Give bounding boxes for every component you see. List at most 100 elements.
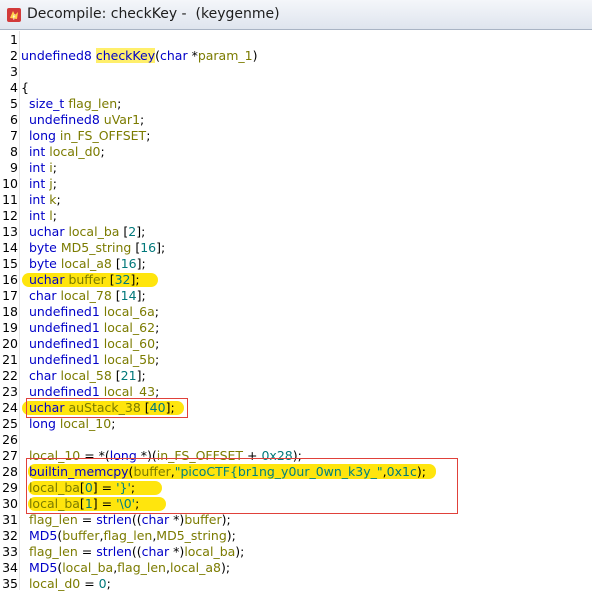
code-token[interactable]: MD5_string [156,528,227,543]
code-token[interactable]: ; [155,320,159,335]
code-token[interactable]: ]; [137,288,146,303]
code-token[interactable]: param_1 [198,48,253,63]
code-token[interactable]: ) [253,48,258,63]
code-line[interactable]: 3 [0,64,592,80]
code-token[interactable]: char [21,368,61,383]
code-line[interactable]: 19 undefined1 local_62; [0,320,592,336]
code-line[interactable]: 26 [0,432,592,448]
code-token[interactable]: 14 [121,288,137,303]
code-token[interactable]: uchar [21,272,68,287]
code-token[interactable]: local_78 [61,288,112,303]
code-token[interactable]: ); [221,560,230,575]
code-token[interactable]: ); [235,544,244,559]
code-line[interactable]: 5 size_t flag_len; [0,96,592,112]
code-token[interactable]: local_a8 [170,560,221,575]
code-token[interactable]: ]; [137,256,146,271]
code-token[interactable]: local_d0 [21,576,80,591]
code-token[interactable]: 21 [121,368,137,383]
code-token[interactable]: undefined1 [21,352,104,367]
code-token[interactable]: local_ba [184,544,235,559]
code-token[interactable]: MD5 [21,528,57,543]
code-token[interactable]: buffer [68,272,105,287]
code-line[interactable]: 16 uchar buffer [32]; [0,272,592,288]
code-token[interactable]: , [100,528,104,543]
code-token[interactable]: ; [146,128,150,143]
code-token[interactable]: size_t [21,96,68,111]
code-token[interactable]: ]; [156,240,165,255]
code-token[interactable]: [ [112,368,121,383]
code-token[interactable]: ; [107,576,111,591]
code-token[interactable]: local_ba [68,224,119,239]
code-token[interactable]: ; [155,336,159,351]
code-token[interactable]: local_d0 [49,144,100,159]
code-line[interactable]: 10 int j; [0,176,592,192]
code-token[interactable]: [ [119,224,128,239]
code-token[interactable]: buffer [62,528,99,543]
code-token[interactable]: char [21,288,61,303]
code-token[interactable]: char [160,48,188,63]
code-token[interactable]: ; [56,192,60,207]
code-token[interactable]: ; [117,96,121,111]
code-token[interactable]: flag_len [21,544,78,559]
code-token[interactable]: ; [53,208,57,223]
code-token[interactable]: checkKey [95,48,156,63]
code-line[interactable]: 13 uchar local_ba [2]; [0,224,592,240]
code-line[interactable]: 1 [0,32,592,48]
code-token[interactable]: int [21,144,49,159]
code-line[interactable]: 6 undefined8 uVar1; [0,112,592,128]
code-token[interactable]: local_6a [104,304,155,319]
code-token[interactable]: strlen [96,544,132,559]
code-token[interactable]: local_60 [104,336,155,351]
code-token[interactable]: ; [111,416,115,431]
code-token[interactable]: local_ba [62,560,113,575]
code-line[interactable]: 33 flag_len = strlen((char *)local_ba); [0,544,592,560]
code-token[interactable]: 0 [99,576,107,591]
code-token[interactable]: ); [222,512,231,527]
code-token[interactable]: flag_len [117,560,166,575]
code-token[interactable]: [ [106,272,115,287]
code-line[interactable]: 4{ [0,80,592,96]
code-token[interactable]: byte [21,240,61,255]
code-token[interactable]: local_10 [60,416,111,431]
code-token[interactable]: byte [21,256,61,271]
code-token[interactable]: long [21,128,60,143]
code-token[interactable]: ; [100,144,104,159]
code-token[interactable]: undefined8 [21,48,96,63]
code-token[interactable]: char [142,512,170,527]
code-line[interactable]: 31 flag_len = strlen((char *)buffer); [0,512,592,528]
code-token[interactable]: strlen [96,512,132,527]
code-token[interactable]: *) [169,512,184,527]
code-token[interactable]: local_62 [104,320,155,335]
code-line[interactable]: 9 int i; [0,160,592,176]
code-line[interactable]: 7 long in_FS_OFFSET; [0,128,592,144]
code-token[interactable]: undefined1 [21,336,104,351]
code-token[interactable]: = [78,512,96,527]
code-token[interactable]: local_43 [104,384,155,399]
code-token[interactable]: flag_len [21,512,78,527]
code-token[interactable]: uVar1 [104,112,140,127]
code-token[interactable]: int [21,160,49,175]
code-token[interactable]: ; [155,304,159,319]
code-line[interactable]: 18 undefined1 local_6a; [0,304,592,320]
code-token[interactable]: long [21,416,60,431]
code-line[interactable]: 17 char local_78 [14]; [0,288,592,304]
code-line[interactable]: 22 char local_58 [21]; [0,368,592,384]
code-token[interactable]: (( [132,544,142,559]
code-token[interactable]: ; [155,352,159,367]
code-line[interactable]: 8 int local_d0; [0,144,592,160]
code-token[interactable]: undefined1 [21,304,104,319]
decompiler-view[interactable]: 1 2 undefined8 checkKey(char *param_1) 3 4{5… [0,31,592,591]
code-token[interactable]: { [21,80,29,95]
code-token[interactable]: ]; [137,368,146,383]
code-token[interactable]: MD5_string [61,240,132,255]
code-token[interactable]: = [80,576,98,591]
code-token[interactable]: * [188,48,198,63]
code-token[interactable]: [ [112,288,121,303]
code-token[interactable]: undefined1 [21,320,104,335]
code-token[interactable]: int [21,208,49,223]
code-token[interactable]: MD5 [21,560,57,575]
code-token[interactable]: local_5b [104,352,155,367]
code-token[interactable]: int [21,176,49,191]
code-token[interactable]: ; [140,112,144,127]
code-token[interactable]: ; [53,160,57,175]
